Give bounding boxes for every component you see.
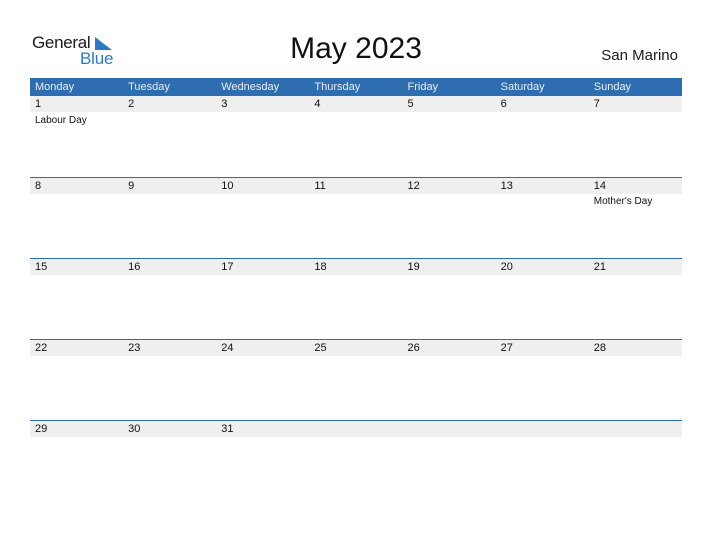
date-number xyxy=(496,421,589,437)
date-number: 7 xyxy=(593,98,600,110)
weekday-friday: Friday xyxy=(407,81,439,93)
events-row: Labour Day xyxy=(30,114,682,128)
date-number: 23 xyxy=(128,342,141,354)
date-number: 9 xyxy=(128,180,135,192)
date-number: 19 xyxy=(407,261,420,273)
date-number: 10 xyxy=(221,180,234,192)
date-number: 14 xyxy=(593,180,606,192)
date-strip: 29 30 31 xyxy=(30,421,682,437)
date-number: 29 xyxy=(35,423,48,435)
weekday-header: Monday Tuesday Wednesday Thursday Friday… xyxy=(30,78,682,96)
holiday-label xyxy=(216,114,309,128)
date-number: 6 xyxy=(500,98,507,110)
date-number: 13 xyxy=(500,180,513,192)
date-number: 1 xyxy=(35,98,42,110)
week-row: 15 16 17 18 19 20 21 xyxy=(30,258,682,339)
week-row: 29 30 31 xyxy=(30,420,682,501)
date-number: 21 xyxy=(593,261,606,273)
date-number: 27 xyxy=(500,342,513,354)
date-number xyxy=(589,421,682,437)
events-row: Mother's Day xyxy=(30,195,682,209)
weekday-monday: Monday xyxy=(35,81,75,93)
date-number: 15 xyxy=(35,261,48,273)
holiday-label xyxy=(496,195,589,209)
holiday-label: Mother's Day xyxy=(593,196,653,207)
date-number: 3 xyxy=(221,98,228,110)
holiday-label xyxy=(123,114,216,128)
date-number xyxy=(309,421,402,437)
holiday-label xyxy=(30,195,123,209)
date-number: 8 xyxy=(35,180,42,192)
weekday-tuesday: Tuesday xyxy=(128,81,170,93)
holiday-label xyxy=(403,195,496,209)
holiday-label xyxy=(309,114,402,128)
date-number: 26 xyxy=(407,342,420,354)
weekday-wednesday: Wednesday xyxy=(221,81,280,93)
date-number: 28 xyxy=(593,342,606,354)
holiday-label xyxy=(123,195,216,209)
country-label: San Marino xyxy=(601,47,678,64)
date-number: 25 xyxy=(314,342,327,354)
weekday-saturday: Saturday xyxy=(500,81,545,93)
date-number xyxy=(403,421,496,437)
date-number: 2 xyxy=(128,98,135,110)
date-strip: 22 23 24 25 26 27 28 xyxy=(30,340,682,356)
date-number: 22 xyxy=(35,342,48,354)
holiday-label xyxy=(496,114,589,128)
date-number: 20 xyxy=(500,261,513,273)
weeks-container: 1 2 3 4 5 6 7 Labour Day 8 9 10 11 12 13 14 Mother's Da… xyxy=(30,96,682,501)
holiday-label xyxy=(403,114,496,128)
date-strip: 8 9 10 11 12 13 14 xyxy=(30,178,682,194)
date-number: 18 xyxy=(314,261,327,273)
holiday-label xyxy=(589,114,682,128)
holiday-label xyxy=(216,195,309,209)
holiday-label xyxy=(309,195,402,209)
week-row: 22 23 24 25 26 27 28 xyxy=(30,339,682,420)
date-number: 30 xyxy=(128,423,141,435)
date-number: 17 xyxy=(221,261,234,273)
calendar-grid: Monday Tuesday Wednesday Thursday Friday… xyxy=(30,78,682,501)
date-number: 16 xyxy=(128,261,141,273)
holiday-label: Labour Day xyxy=(35,115,87,126)
date-number: 4 xyxy=(314,98,321,110)
date-number: 12 xyxy=(407,180,420,192)
date-number: 5 xyxy=(407,98,414,110)
date-number: 24 xyxy=(221,342,234,354)
date-number: 11 xyxy=(314,180,326,192)
date-number: 31 xyxy=(221,423,234,435)
date-strip: 1 2 3 4 5 6 7 xyxy=(30,96,682,112)
date-strip: 15 16 17 18 19 20 21 xyxy=(30,259,682,275)
weekday-thursday: Thursday xyxy=(314,81,361,93)
week-row: 1 2 3 4 5 6 7 Labour Day xyxy=(30,96,682,177)
weekday-sunday: Sunday xyxy=(593,81,632,93)
week-row: 8 9 10 11 12 13 14 Mother's Day xyxy=(30,177,682,258)
